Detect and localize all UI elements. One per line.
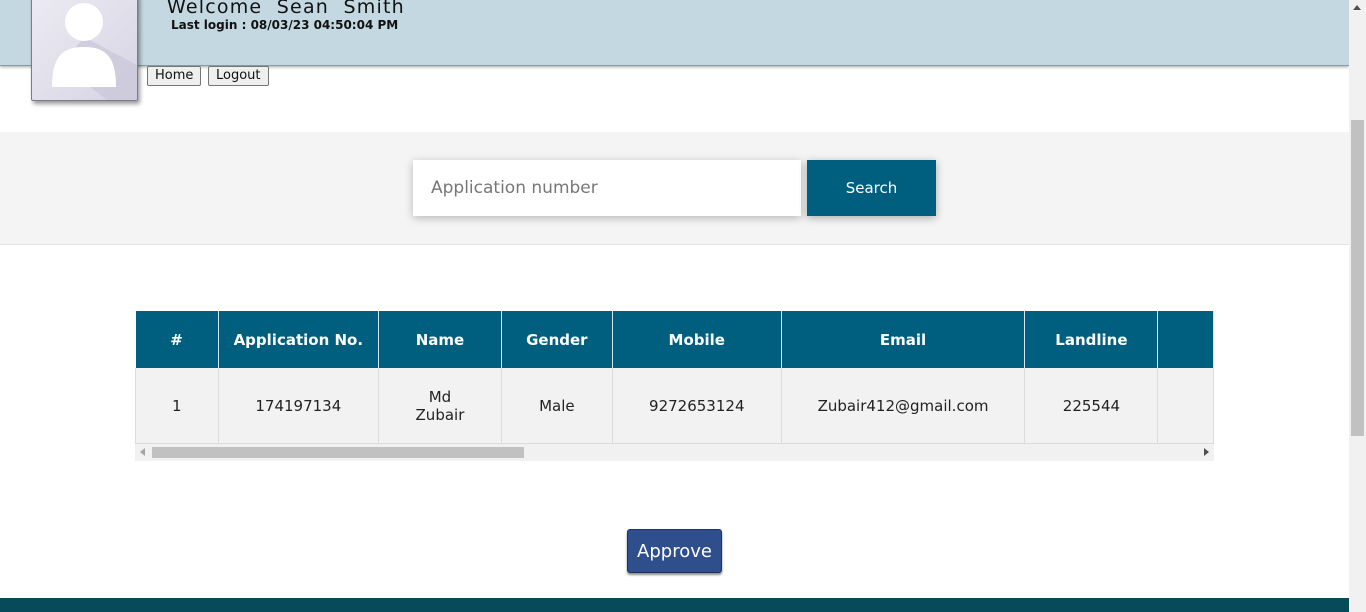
top-header: Welcome Sean Smith Last login : 08/03/23… [0, 0, 1349, 66]
last-login: Last login : 08/03/23 04:50:04 PM [171, 18, 398, 32]
cell-mobile: 9272653124 [612, 368, 782, 444]
logout-button[interactable]: Logout [208, 66, 269, 86]
column-header-email: Email [781, 311, 1026, 368]
welcome-text: Welcome Sean Smith [167, 0, 405, 18]
scroll-right-icon[interactable] [1204, 448, 1209, 456]
cell-email: Zubair412@gmail.com [781, 368, 1026, 444]
page: Welcome Sean Smith Last login : 08/03/23… [0, 0, 1349, 612]
column-header-more [1157, 311, 1214, 368]
search-bar: Search [0, 132, 1349, 245]
column-header-name: Name [378, 311, 502, 368]
page-scrollbar-thumb[interactable] [1351, 120, 1364, 436]
name-last: Zubair [415, 405, 465, 424]
scroll-left-icon[interactable] [140, 448, 145, 456]
page-vertical-scrollbar[interactable] [1349, 0, 1366, 612]
table-row: 1 174197134 Md Zubair Male 9272653124 Zu… [135, 368, 1214, 444]
application-number-input[interactable] [413, 160, 801, 216]
last-login-value: 08/03/23 04:50:04 PM [250, 18, 399, 32]
user-silhouette-icon [52, 3, 137, 100]
column-header-index: # [135, 311, 219, 368]
column-header-gender: Gender [501, 311, 613, 368]
approve-button[interactable]: Approve [627, 529, 722, 573]
name-first: Md [428, 387, 452, 406]
home-button[interactable]: Home [147, 66, 202, 86]
scroll-up-icon[interactable] [1353, 5, 1361, 10]
column-header-application-no: Application No. [218, 311, 380, 368]
last-login-label: Last login : [171, 18, 251, 32]
table-header-row: # Application No. Name Gender Mobile Ema… [135, 311, 1214, 368]
cell-index: 1 [135, 368, 219, 444]
column-header-landline: Landline [1024, 311, 1159, 368]
scrollbar-thumb[interactable] [152, 447, 524, 458]
cell-gender: Male [501, 368, 613, 444]
applications-table: # Application No. Name Gender Mobile Ema… [135, 311, 1214, 444]
cell-landline: 225544 [1024, 368, 1159, 444]
avatar [31, 0, 138, 101]
cell-name: Md Zubair [378, 368, 502, 444]
cell-application-no: 174197134 [218, 368, 380, 444]
applications-table-container: # Application No. Name Gender Mobile Ema… [135, 311, 1214, 461]
cell-more [1157, 368, 1214, 444]
table-horizontal-scrollbar[interactable] [135, 444, 1214, 461]
column-header-mobile: Mobile [612, 311, 782, 368]
footer [0, 598, 1349, 612]
search-button[interactable]: Search [807, 160, 936, 216]
